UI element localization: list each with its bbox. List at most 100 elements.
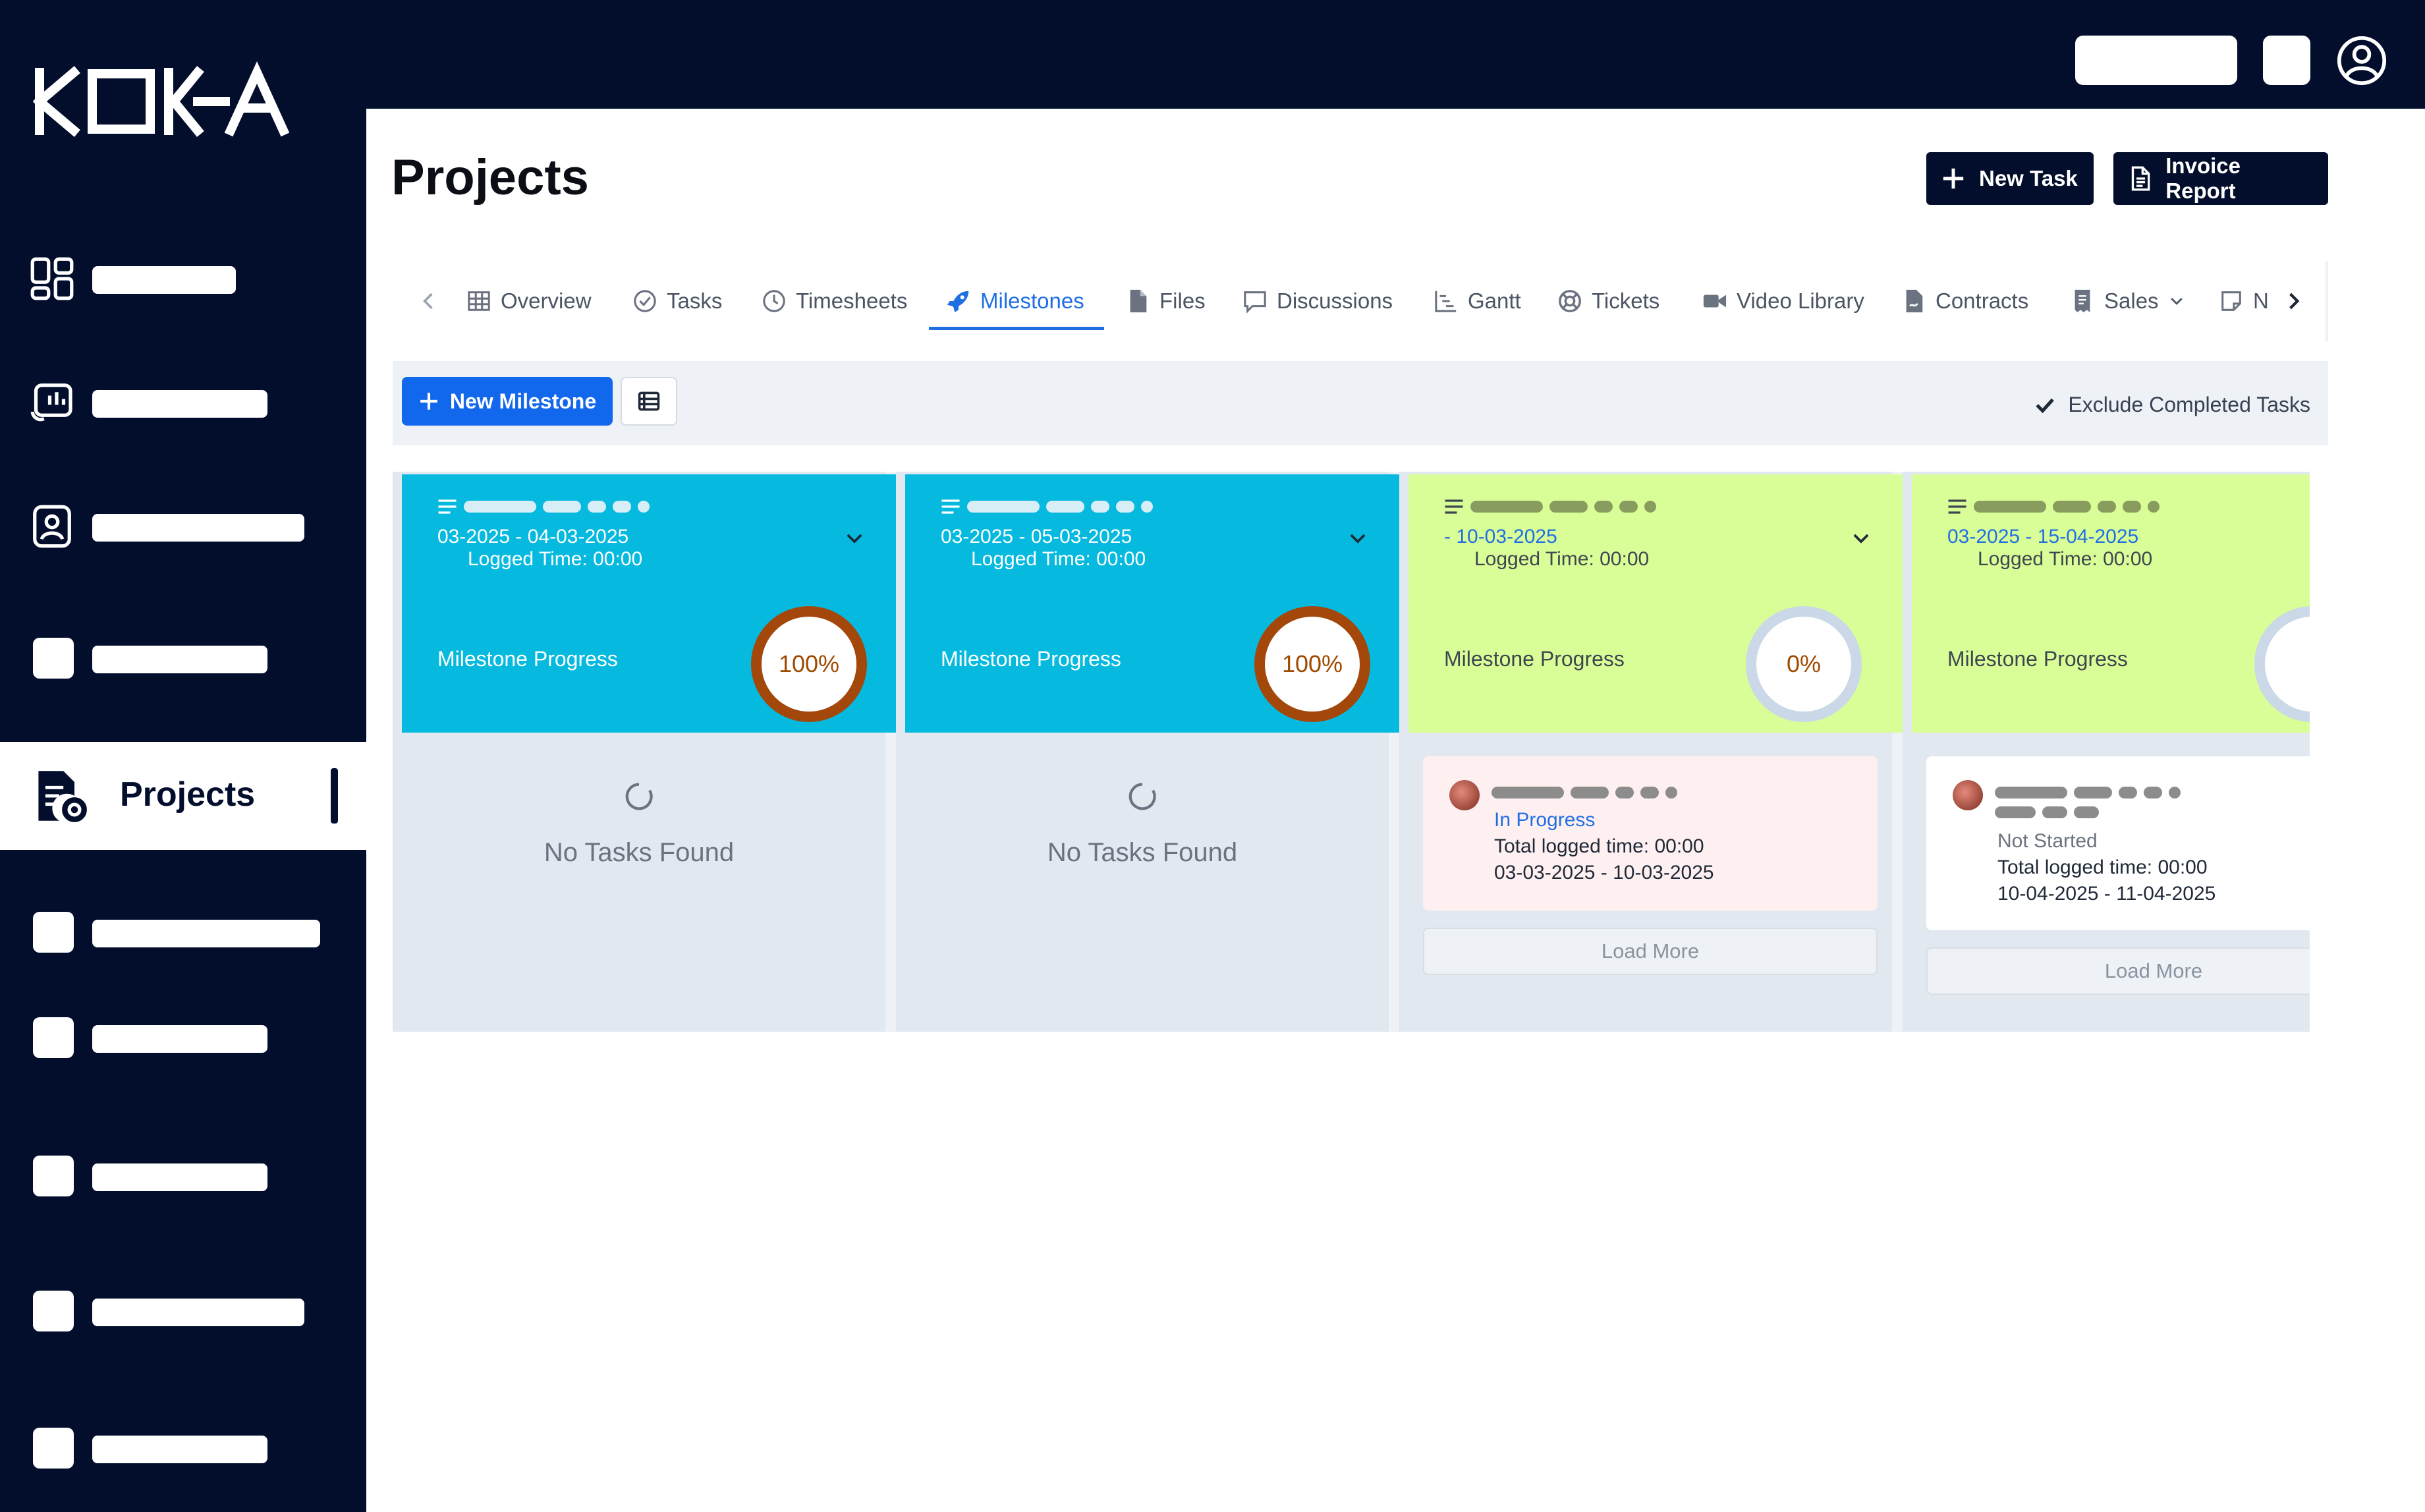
task-status: In Progress [1494, 809, 1596, 831]
tab-notes[interactable]: N [2219, 261, 2269, 341]
tab-overview[interactable]: Overview [466, 261, 592, 341]
sidebar-item-7[interactable] [0, 1001, 366, 1074]
milestone-header[interactable]: 03-2025 - 04-03-2025 Logged Time: 00:00 … [402, 474, 896, 733]
task-name-redacted [1995, 787, 2181, 798]
milestone-logged-time: Logged Time: 00:00 [1474, 548, 1650, 570]
sidebar-item-8[interactable] [0, 1140, 366, 1212]
new-milestone-button[interactable]: New Milestone [402, 377, 613, 426]
tab-sales[interactable]: Sales [2070, 261, 2185, 341]
user-avatar-icon[interactable] [2337, 36, 2387, 86]
list-view-icon [638, 391, 660, 411]
sidebar-label-placeholder [92, 266, 236, 294]
tab-timesheets[interactable]: Timesheets [762, 261, 907, 341]
project-tabs: Overview Tasks Timesheets Milestones Fil… [393, 261, 2328, 341]
assignee-avatar [1449, 780, 1480, 810]
task-card[interactable]: Not Started Total logged time: 00:00 10-… [1926, 756, 2310, 930]
checkmark-icon[interactable] [2034, 394, 2056, 416]
contact-card-icon [33, 505, 71, 548]
list-view-button[interactable] [621, 377, 677, 426]
spinner-icon [625, 783, 653, 810]
milestone-progress-ring: 100% [1254, 606, 1370, 722]
task-logged-time: Total logged time: 00:00 [1997, 856, 2208, 878]
sidebar-label-placeholder [92, 390, 267, 418]
tab-video-library[interactable]: Video Library [1702, 261, 1864, 341]
sidebar-item-9[interactable] [0, 1275, 366, 1347]
drag-handle-icon[interactable] [1444, 498, 1464, 515]
load-more-button[interactable]: Load More [1423, 928, 1878, 975]
drag-handle-icon[interactable] [437, 498, 457, 515]
spinner-icon [1129, 783, 1156, 810]
load-more-button[interactable]: Load More [1926, 947, 2310, 995]
plus-icon [420, 393, 437, 410]
milestones-board: 03-2025 - 04-03-2025 Logged Time: 00:00 … [393, 472, 2310, 1032]
sidebar-item-4[interactable] [0, 622, 366, 694]
chat-icon [1244, 291, 1266, 314]
project-document-gear-icon [38, 771, 87, 822]
page-title: Projects [391, 150, 589, 206]
milestone-progress-label: Milestone Progress [941, 647, 1121, 671]
tab-discussions[interactable]: Discussions [1242, 261, 1393, 341]
sidebar-label-placeholder [92, 920, 320, 947]
new-task-button[interactable]: New Task [1926, 152, 2094, 205]
video-icon [1703, 294, 1727, 308]
gantt-icon [1435, 291, 1457, 312]
task-status: Not Started [1997, 830, 2098, 852]
drag-handle-icon[interactable] [1947, 498, 1967, 515]
chevron-down-icon[interactable] [1850, 527, 1872, 549]
task-date-range: 10-04-2025 - 11-04-2025 [1997, 883, 2216, 905]
milestone-dates: 03-2025 - 04-03-2025 [437, 526, 629, 547]
sidebar-icon-placeholder [33, 912, 74, 953]
milestone-name-redacted [941, 498, 1153, 515]
chevron-down-icon[interactable] [1347, 527, 1369, 549]
sidebar-label-placeholder [92, 1436, 267, 1463]
chevron-down-icon[interactable] [843, 527, 866, 549]
table-icon [468, 291, 490, 311]
sync-chart-icon [30, 383, 72, 422]
sidebar-item-6[interactable] [0, 896, 366, 968]
milestone-progress-ring: 0% [1746, 606, 1862, 722]
clock-icon [763, 290, 785, 312]
tab-contracts[interactable]: Contracts [1901, 261, 2028, 341]
chevron-left-icon[interactable] [416, 289, 440, 313]
milestone-header[interactable]: 03-2025 - 15-04-2025 Logged Time: 00:00 … [1912, 474, 2310, 733]
milestone-progress-ring [2254, 606, 2310, 722]
milestone-progress-ring: 100% [751, 606, 867, 722]
file-icon [1130, 289, 1147, 313]
tab-gantt[interactable]: Gantt [1434, 261, 1521, 341]
plus-icon [1943, 168, 1964, 189]
invoice-report-button[interactable]: Invoice Report [2113, 152, 2328, 205]
chevron-down-icon [2170, 298, 2183, 305]
milestone-header[interactable]: - 10-03-2025 Logged Time: 00:00 Mileston… [1408, 474, 1903, 733]
milestone-column: 03-2025 - 05-03-2025 Logged Time: 00:00 … [896, 472, 1399, 1032]
milestone-header[interactable]: 03-2025 - 05-03-2025 Logged Time: 00:00 … [905, 474, 1399, 733]
sidebar-item-dashboard[interactable] [0, 242, 366, 315]
milestone-name-redacted [1444, 498, 1656, 515]
chevron-right-icon[interactable] [2282, 289, 2306, 313]
sidebar-item-10[interactable] [0, 1412, 366, 1484]
drag-handle-icon[interactable] [941, 498, 961, 515]
sidebar-item-projects[interactable]: Projects [0, 742, 366, 850]
tab-tickets[interactable]: Tickets [1557, 261, 1659, 341]
sidebar-item-contacts[interactable] [0, 490, 366, 563]
tab-tasks[interactable]: Tasks [632, 261, 722, 341]
sidebar-item-reports[interactable] [0, 366, 366, 439]
sidebar-item-label: Projects [120, 775, 256, 814]
task-card[interactable]: In Progress Total logged time: 00:00 03-… [1423, 756, 1878, 910]
tab-files[interactable]: Files [1125, 261, 1206, 341]
sidebar-icon-placeholder [33, 1291, 74, 1331]
assignee-avatar [1953, 780, 1983, 810]
top-search-placeholder[interactable] [2075, 36, 2237, 85]
milestone-logged-time: Logged Time: 00:00 [468, 548, 643, 570]
active-indicator [331, 768, 338, 824]
milestone-column: 03-2025 - 15-04-2025 Logged Time: 00:00 … [1903, 472, 2310, 1032]
task-logged-time: Total logged time: 00:00 [1494, 835, 1704, 857]
exclude-completed-toggle[interactable]: Exclude Completed Tasks [2034, 393, 2310, 417]
sidebar-label-placeholder [92, 1299, 304, 1326]
receipt-icon [2075, 289, 2090, 313]
contract-icon [1906, 289, 1923, 313]
sidebar-label-placeholder [92, 1025, 267, 1053]
top-action-placeholder[interactable] [2263, 36, 2310, 85]
sidebar: Projects [0, 0, 366, 1512]
task-name-redacted [1995, 806, 2099, 818]
lifebuoy-icon [1559, 290, 1581, 312]
